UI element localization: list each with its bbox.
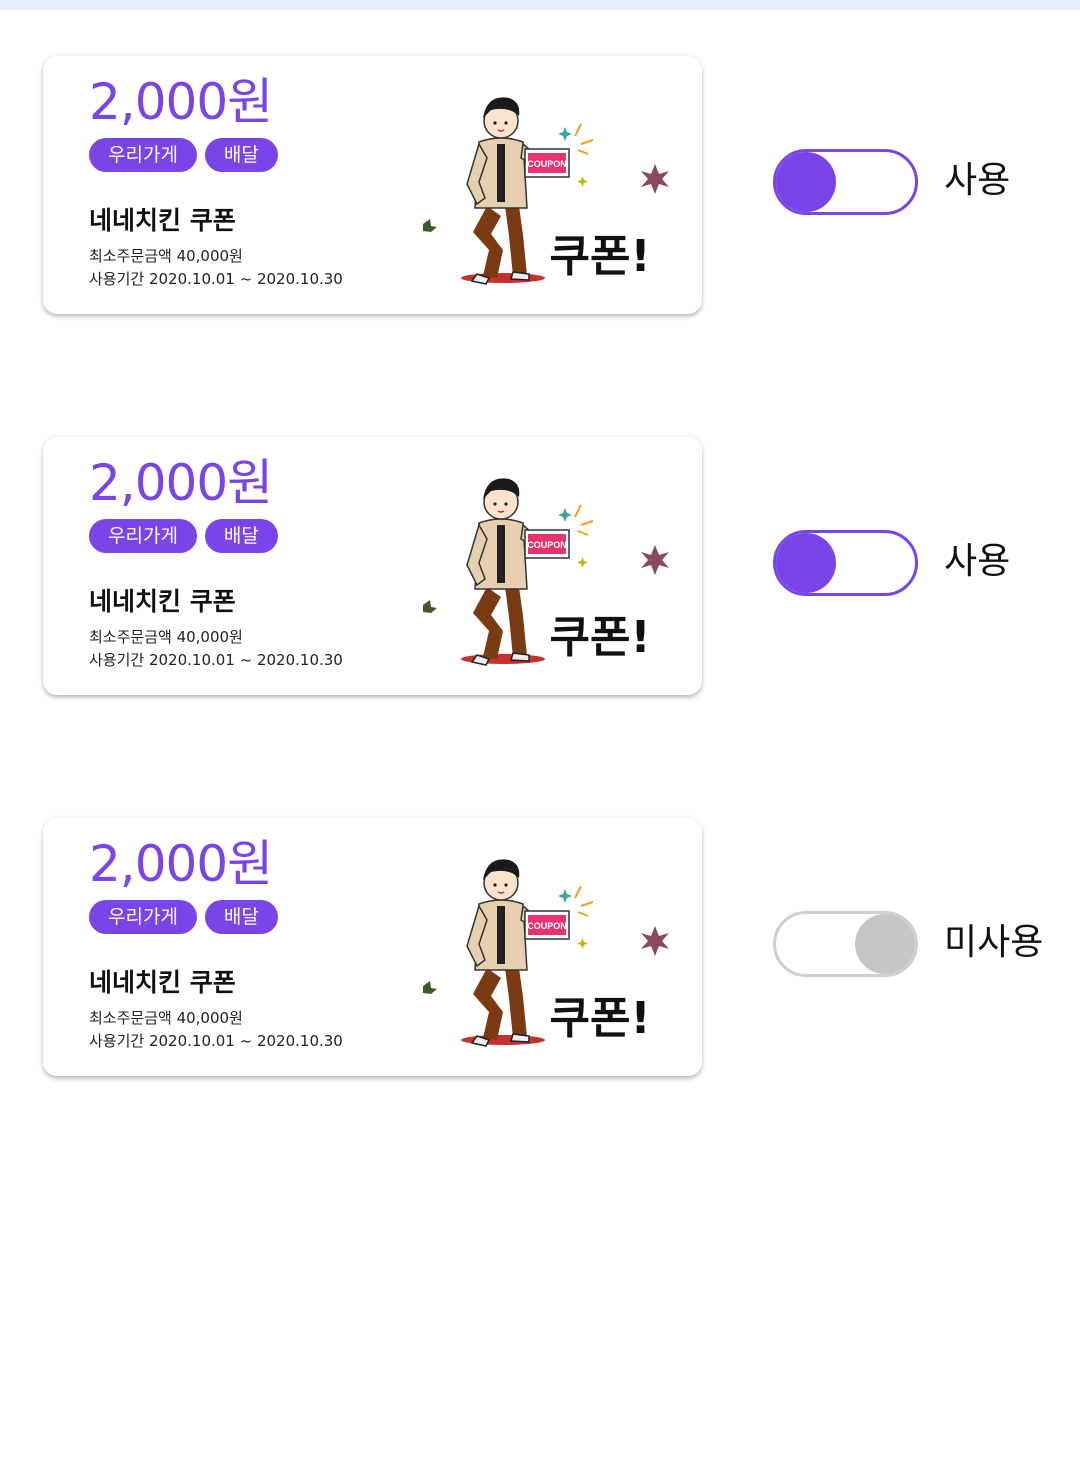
coupon-card[interactable]: 2,000원 우리가게 배달 네네치킨 쿠폰 최소주문금액 40,000원 사용…: [43, 56, 702, 314]
usage-state-label: 사용: [944, 160, 1011, 201]
tag-store: 우리가게: [89, 138, 197, 172]
coupon-card[interactable]: 2,000원 우리가게 배달 네네치킨 쿠폰 최소주문금액 40,000원 사용…: [43, 437, 702, 695]
coupon-card[interactable]: 2,000원 우리가게 배달 네네치킨 쿠폰 최소주문금액 40,000원 사용…: [43, 818, 702, 1076]
tag-delivery: 배달: [204, 138, 278, 172]
toggle-knob: [855, 914, 915, 974]
coupon-ticket-text: COUPON: [527, 159, 567, 169]
tag-delivery: 배달: [204, 519, 278, 553]
coupon-tags: 우리가게 배달: [89, 900, 278, 934]
coupon-ticket-text: COUPON: [527, 921, 567, 931]
coupon-min-order: 최소주문금액 40,000원: [89, 628, 243, 646]
coupon-illustration-headline: 쿠폰!: [549, 612, 650, 663]
coupon-tags: 우리가게 배달: [89, 519, 278, 553]
coupon-store-name: 네네치킨 쿠폰: [89, 968, 236, 997]
coupon-period: 사용기간 2020.10.01 ~ 2020.10.30: [89, 1032, 343, 1050]
coupon-min-order: 최소주문금액 40,000원: [89, 1009, 243, 1027]
coupon-amount: 2,000원: [89, 835, 273, 893]
coupon-store-name: 네네치킨 쿠폰: [89, 206, 236, 235]
coupon-row: 2,000원 우리가게 배달 네네치킨 쿠폰 최소주문금액 40,000원 사용…: [0, 818, 1080, 1078]
coupon-period: 사용기간 2020.10.01 ~ 2020.10.30: [89, 270, 343, 288]
top-status-strip: [0, 0, 1080, 10]
toggle-knob: [776, 533, 836, 593]
usage-toggle[interactable]: [773, 911, 918, 977]
usage-toggle[interactable]: [773, 149, 918, 215]
usage-state-label: 미사용: [944, 922, 1044, 963]
coupon-tags: 우리가게 배달: [89, 138, 278, 172]
coupon-amount: 2,000원: [89, 73, 273, 131]
coupon-period: 사용기간 2020.10.01 ~ 2020.10.30: [89, 651, 343, 669]
toggle-knob: [776, 152, 836, 212]
coupon-illustration-headline: 쿠폰!: [549, 231, 650, 282]
usage-state-label: 사용: [944, 541, 1011, 582]
coupon-illustration-headline: 쿠폰!: [549, 993, 650, 1044]
coupon-row: 2,000원 우리가게 배달 네네치킨 쿠폰 최소주문금액 40,000원 사용…: [0, 437, 1080, 697]
tag-store: 우리가게: [89, 900, 197, 934]
tag-delivery: 배달: [204, 900, 278, 934]
coupon-illustration: COUPON 쿠폰!: [423, 478, 669, 666]
coupon-ticket-text: COUPON: [527, 540, 567, 550]
coupon-row: 2,000원 우리가게 배달 네네치킨 쿠폰 최소주문금액 40,000원 사용…: [0, 56, 1080, 316]
coupon-illustration: COUPON 쿠폰!: [423, 97, 669, 285]
tag-store: 우리가게: [89, 519, 197, 553]
coupon-illustration: COUPON 쿠폰!: [423, 859, 669, 1047]
coupon-min-order: 최소주문금액 40,000원: [89, 247, 243, 265]
coupon-amount: 2,000원: [89, 454, 273, 512]
coupon-store-name: 네네치킨 쿠폰: [89, 587, 236, 616]
usage-toggle[interactable]: [773, 530, 918, 596]
